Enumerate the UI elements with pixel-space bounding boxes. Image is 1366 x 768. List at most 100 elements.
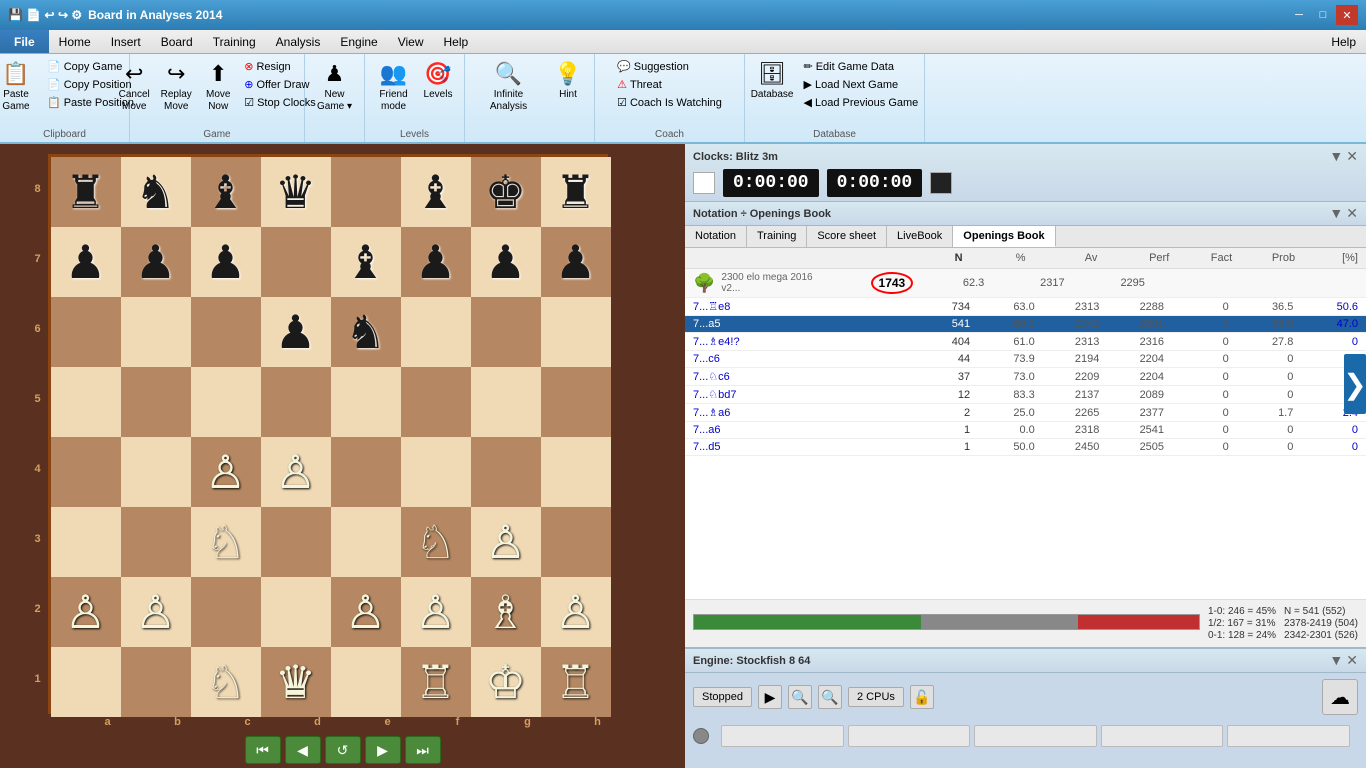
tab-training[interactable]: Training bbox=[747, 226, 807, 247]
square-c1[interactable]: ♘ bbox=[191, 647, 261, 717]
tab-notation[interactable]: Notation bbox=[685, 226, 747, 247]
square-f2[interactable]: ♙ bbox=[401, 577, 471, 647]
edit-game-data-button[interactable]: ✏ Edit Game Data bbox=[800, 58, 923, 75]
square-d4[interactable]: ♙ bbox=[261, 437, 331, 507]
close-button[interactable]: ✕ bbox=[1336, 5, 1358, 25]
engine-expand-button[interactable]: ▼ bbox=[1329, 652, 1343, 668]
square-b2[interactable]: ♙ bbox=[121, 577, 191, 647]
square-a5[interactable] bbox=[51, 367, 121, 437]
square-h2[interactable]: ♙ bbox=[541, 577, 611, 647]
square-c2[interactable] bbox=[191, 577, 261, 647]
square-c4[interactable]: ♙ bbox=[191, 437, 261, 507]
square-g5[interactable] bbox=[471, 367, 541, 437]
square-g3[interactable]: ♙ bbox=[471, 507, 541, 577]
square-f5[interactable] bbox=[401, 367, 471, 437]
menu-analysis[interactable]: Analysis bbox=[266, 30, 331, 53]
new-game-button[interactable]: ♟ NewGame ▾ bbox=[313, 58, 356, 116]
engine-close-button[interactable]: ✕ bbox=[1346, 652, 1358, 668]
square-f7[interactable]: ♟ bbox=[401, 227, 471, 297]
levels-button[interactable]: 🎯 Levels bbox=[418, 58, 458, 104]
maximize-button[interactable]: □ bbox=[1312, 5, 1334, 25]
square-f3[interactable]: ♘ bbox=[401, 507, 471, 577]
move-now-button[interactable]: ⬆ Move Now bbox=[198, 58, 238, 116]
square-e5[interactable] bbox=[331, 367, 401, 437]
friend-mode-button[interactable]: 👥 Friend mode bbox=[371, 58, 416, 116]
square-e8[interactable] bbox=[331, 157, 401, 227]
square-h7[interactable]: ♟ bbox=[541, 227, 611, 297]
square-d3[interactable] bbox=[261, 507, 331, 577]
square-e6[interactable]: ♞ bbox=[331, 297, 401, 367]
square-d1[interactable]: ♛ bbox=[261, 647, 331, 717]
last-move-button[interactable]: ⏭ bbox=[405, 736, 441, 764]
square-h6[interactable] bbox=[541, 297, 611, 367]
square-a6[interactable] bbox=[51, 297, 121, 367]
prev-move-button[interactable]: ◀ bbox=[285, 736, 321, 764]
square-f6[interactable] bbox=[401, 297, 471, 367]
menu-file[interactable]: File bbox=[0, 30, 49, 53]
square-f4[interactable] bbox=[401, 437, 471, 507]
square-d8[interactable]: ♛ bbox=[261, 157, 331, 227]
opening-row-be4[interactable]: 7...♗e4!? 404 61.0 2313 2316 0 27.8 0 bbox=[685, 333, 1366, 351]
load-prev-game-button[interactable]: ◀ Load Previous Game bbox=[800, 94, 923, 111]
minimize-button[interactable]: ─ bbox=[1288, 5, 1310, 25]
hint-button[interactable]: 💡 Hint bbox=[548, 58, 588, 104]
square-e7[interactable]: ♝ bbox=[331, 227, 401, 297]
cloud-button[interactable]: ☁ bbox=[1322, 679, 1358, 715]
square-g8[interactable]: ♚ bbox=[471, 157, 541, 227]
square-e1[interactable] bbox=[331, 647, 401, 717]
big-right-arrow-button[interactable]: ❯ bbox=[1344, 354, 1366, 414]
square-c8[interactable]: ♝ bbox=[191, 157, 261, 227]
infinite-analysis-button[interactable]: 🔍 Infinite Analysis bbox=[471, 58, 546, 116]
opening-row-a6[interactable]: 7...a6 1 0.0 2318 2541 0 0 0 bbox=[685, 422, 1366, 439]
square-h5[interactable] bbox=[541, 367, 611, 437]
square-f1[interactable]: ♖ bbox=[401, 647, 471, 717]
suggestion-button[interactable]: 💬 Suggestion bbox=[613, 58, 726, 75]
coach-watching-button[interactable]: ☑ Coach Is Watching bbox=[613, 94, 726, 111]
engine-play-button[interactable]: ▶ bbox=[758, 685, 782, 709]
square-h8[interactable]: ♜ bbox=[541, 157, 611, 227]
square-e3[interactable] bbox=[331, 507, 401, 577]
square-b4[interactable] bbox=[121, 437, 191, 507]
cancel-move-button[interactable]: ↩ Cancel Move bbox=[114, 58, 154, 116]
square-b5[interactable] bbox=[121, 367, 191, 437]
square-g1[interactable]: ♔ bbox=[471, 647, 541, 717]
square-h4[interactable] bbox=[541, 437, 611, 507]
cpus-button[interactable]: 2 CPUs bbox=[848, 687, 904, 707]
tab-livebook[interactable]: LiveBook bbox=[887, 226, 953, 247]
database-button[interactable]: 🗄 Database bbox=[747, 58, 798, 104]
square-c3[interactable]: ♘ bbox=[191, 507, 261, 577]
menu-insert[interactable]: Insert bbox=[101, 30, 151, 53]
clocks-close-button[interactable]: ✕ bbox=[1346, 148, 1358, 165]
help-right[interactable]: Help bbox=[1321, 32, 1366, 52]
square-d2[interactable] bbox=[261, 577, 331, 647]
opening-row-ba6[interactable]: 7...♗a6 2 25.0 2265 2377 0 1.7 2.4 bbox=[685, 404, 1366, 422]
square-e2[interactable]: ♙ bbox=[331, 577, 401, 647]
opening-row-nc6[interactable]: 7...♘c6 37 73.0 2209 2204 0 0 0 bbox=[685, 368, 1366, 386]
square-c6[interactable] bbox=[191, 297, 261, 367]
square-g6[interactable] bbox=[471, 297, 541, 367]
square-g4[interactable] bbox=[471, 437, 541, 507]
square-f8[interactable]: ♝ bbox=[401, 157, 471, 227]
engine-zoom-in-button[interactable]: 🔍 bbox=[788, 685, 812, 709]
menu-help[interactable]: Help bbox=[434, 30, 479, 53]
chess-board[interactable]: ♜ ♞ ♝ ♛ ♝ ♚ ♜ ♟ ♟ ♟ ♝ ♟ ♟ ♟ bbox=[48, 154, 608, 714]
clocks-expand-button[interactable]: ▼ bbox=[1329, 148, 1343, 165]
square-a2[interactable]: ♙ bbox=[51, 577, 121, 647]
square-b6[interactable] bbox=[121, 297, 191, 367]
square-g2[interactable]: ♗ bbox=[471, 577, 541, 647]
menu-home[interactable]: Home bbox=[49, 30, 101, 53]
menu-view[interactable]: View bbox=[388, 30, 434, 53]
square-a1[interactable] bbox=[51, 647, 121, 717]
stopped-button[interactable]: Stopped bbox=[693, 687, 752, 707]
threat-button[interactable]: ⚠ Threat bbox=[613, 76, 726, 93]
menu-board[interactable]: Board bbox=[151, 30, 203, 53]
replay-move-button[interactable]: ↪ Replay Move bbox=[156, 58, 196, 116]
tab-openings-book[interactable]: Openings Book bbox=[953, 226, 1055, 247]
opening-row-d5[interactable]: 7...d5 1 50.0 2450 2505 0 0 0 bbox=[685, 439, 1366, 456]
load-next-game-button[interactable]: ▶ Load Next Game bbox=[800, 76, 923, 93]
square-b8[interactable]: ♞ bbox=[121, 157, 191, 227]
undo-move-button[interactable]: ↺ bbox=[325, 736, 361, 764]
square-d6[interactable]: ♟ bbox=[261, 297, 331, 367]
opening-row-nbd7[interactable]: 7...♘bd7 12 83.3 2137 2089 0 0 0 bbox=[685, 386, 1366, 404]
menu-training[interactable]: Training bbox=[203, 30, 266, 53]
